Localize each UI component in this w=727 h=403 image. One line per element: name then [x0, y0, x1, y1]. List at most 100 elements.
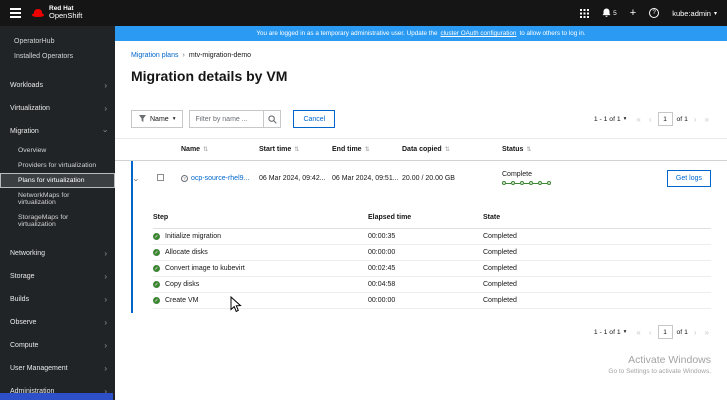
- table-header-row: Name ⇅ Start time ⇅ End time ⇅ Data copied ⇅…: [115, 139, 727, 161]
- red-hat-logo-icon: [31, 4, 45, 22]
- step-row: ✓ Convert image to kubevirt 00:02:45 Comp…: [153, 261, 711, 277]
- help-icon[interactable]: ?: [649, 8, 660, 18]
- column-header-status[interactable]: Status ⇅: [502, 146, 654, 153]
- sidebar-item-networkmaps-for-virtualization[interactable]: NetworkMaps for virtualization: [0, 188, 115, 210]
- sidebar-item-storage[interactable]: Storage ›: [0, 265, 115, 288]
- sidebar-item-user-management[interactable]: User Management ›: [0, 357, 115, 380]
- chevron-right-icon: ›: [104, 294, 107, 304]
- sidebar-item-compute[interactable]: Compute ›: [0, 334, 115, 357]
- current-page-input[interactable]: 1: [657, 325, 673, 339]
- sidebar-item-builds[interactable]: Builds ›: [0, 288, 115, 311]
- app-launcher-icon[interactable]: [580, 8, 590, 18]
- bottom-blue-strip: [0, 393, 113, 400]
- page-title: Migration details by VM: [131, 68, 288, 84]
- toolbar: Name ▾ Cancel 1 - 1 of 1 ▾ « ‹ 1 of 1 › …: [115, 84, 727, 138]
- notification-count-badge: 5: [613, 9, 617, 17]
- chevron-down-icon: ▾: [172, 116, 176, 122]
- sort-icon: ⇅: [203, 147, 209, 153]
- step-row: ✓ Create VM 00:00:00 Completed: [153, 293, 711, 309]
- chevron-right-icon: ›: [104, 248, 107, 258]
- step-row: ✓ Copy disks 00:04:58 Completed: [153, 277, 711, 293]
- status-label: Complete: [502, 171, 532, 178]
- breadcrumb-migration-plans-link[interactable]: Migration plans: [131, 52, 178, 59]
- pagination-top: 1 - 1 of 1 ▾ « ‹ 1 of 1 › »: [594, 112, 711, 126]
- get-logs-button[interactable]: Get logs: [666, 169, 711, 187]
- step-state: Completed: [483, 265, 517, 272]
- step-row: ✓ Initialize migration 00:00:35 Completed: [153, 229, 711, 245]
- sidebar-item-storagemaps-for-virtualization[interactable]: StorageMaps for virtualization: [0, 210, 115, 232]
- cancel-button[interactable]: Cancel: [293, 110, 336, 128]
- next-page-icon[interactable]: ›: [692, 328, 699, 337]
- username: kube:admin: [672, 8, 711, 18]
- step-name: Initialize migration: [165, 233, 222, 240]
- quick-create-icon[interactable]: +: [630, 7, 636, 19]
- breadcrumb-separator-icon: ›: [182, 52, 185, 59]
- pagination-range-dropdown[interactable]: 1 - 1 of 1 ▾: [594, 329, 627, 336]
- sidebar-item-virtualization[interactable]: Virtualization ›: [0, 97, 115, 120]
- filter-type-dropdown[interactable]: Name ▾: [131, 110, 184, 128]
- next-page-icon[interactable]: ›: [692, 115, 699, 124]
- prev-page-icon[interactable]: ‹: [647, 328, 654, 337]
- last-page-icon[interactable]: »: [703, 328, 711, 337]
- column-header-name[interactable]: Name ⇅: [181, 146, 259, 153]
- vm-name-link[interactable]: ocp-source-rhel9...: [191, 175, 249, 182]
- chevron-right-icon: ›: [104, 340, 107, 350]
- sidebar-item-installed-operators[interactable]: Installed Operators: [0, 49, 115, 64]
- column-header-data-copied[interactable]: Data copied ⇅: [402, 146, 502, 153]
- prev-page-icon[interactable]: ‹: [647, 115, 654, 124]
- sidebar-nav: OperatorHub Installed Operators Workload…: [0, 26, 115, 400]
- masthead: Red Hat OpenShift 5 + ? kube:admin ▾: [0, 0, 727, 26]
- first-page-icon[interactable]: «: [634, 115, 642, 124]
- chevron-down-icon: ▾: [713, 10, 717, 17]
- sidebar-item-providers-for-virtualization[interactable]: Providers for virtualization: [0, 158, 115, 173]
- oauth-configuration-link[interactable]: cluster OAuth configuration: [440, 30, 516, 37]
- redhat-openshift-logo[interactable]: Red Hat OpenShift: [31, 4, 82, 22]
- breadcrumb-current: mtv-migration-demo: [188, 52, 252, 59]
- migration-steps-table: Step Elapsed time State ✓ Initialize migr…: [153, 207, 711, 309]
- first-page-icon[interactable]: «: [634, 328, 642, 337]
- page-count-label: of 1: [676, 328, 688, 336]
- step-state: Completed: [483, 281, 517, 288]
- success-check-icon: ✓: [153, 233, 160, 240]
- success-check-icon: ✓: [153, 281, 160, 288]
- migration-vm-table: Name ⇅ Start time ⇅ End time ⇅ Data copied ⇅…: [115, 138, 727, 313]
- search-button[interactable]: [263, 110, 282, 128]
- chevron-down-icon: ▾: [623, 116, 627, 122]
- success-check-icon: ✓: [153, 249, 160, 256]
- nav-toggle-icon[interactable]: [10, 8, 21, 18]
- chevron-down-icon: ›: [101, 129, 111, 132]
- sidebar-item-migration[interactable]: Migration ›: [0, 120, 115, 143]
- migration-progress-pipeline: [502, 181, 654, 185]
- expanded-row-block: › ? ocp-source-rhel9... 06 Mar 2024, 09:…: [131, 161, 711, 313]
- vm-icon: ?: [181, 174, 188, 182]
- last-page-icon[interactable]: »: [703, 115, 711, 124]
- current-page-input[interactable]: 1: [657, 112, 673, 126]
- steps-header-row: Step Elapsed time State: [153, 207, 711, 229]
- page-count-label: of 1: [676, 115, 688, 123]
- brand-line-2: OpenShift: [49, 11, 83, 21]
- cell-end-time: 06 Mar 2024, 09:51...: [332, 174, 399, 182]
- user-menu[interactable]: kube:admin ▾: [672, 9, 717, 18]
- sort-icon: ⇅: [526, 147, 532, 153]
- column-header-end-time[interactable]: End time ⇅: [332, 146, 402, 153]
- chevron-right-icon: ›: [104, 271, 107, 281]
- pagination-bottom: 1 - 1 of 1 ▾ « ‹ 1 of 1 › »: [115, 313, 727, 339]
- step-elapsed: 00:00:35: [368, 233, 396, 240]
- column-header-start-time[interactable]: Start time ⇅: [259, 146, 332, 153]
- step-state: Completed: [483, 297, 517, 304]
- pagination-range-dropdown[interactable]: 1 - 1 of 1 ▾: [594, 116, 627, 123]
- sort-icon: ⇅: [294, 147, 300, 153]
- collapse-row-icon[interactable]: ›: [132, 175, 142, 182]
- notifications-bell-icon[interactable]: 5: [602, 8, 617, 18]
- filter-by-name-input[interactable]: [189, 110, 264, 128]
- step-row: ✓ Allocate disks 00:00:00 Completed: [153, 245, 711, 261]
- activate-windows-watermark: Activate Windows Go to Settings to activ…: [608, 354, 711, 375]
- sidebar-item-workloads[interactable]: Workloads ›: [0, 74, 115, 97]
- step-name: Allocate disks: [165, 249, 208, 256]
- row-checkbox[interactable]: [157, 173, 164, 181]
- sidebar-item-operatorhub[interactable]: OperatorHub: [0, 34, 115, 49]
- sidebar-item-plans-for-virtualization[interactable]: Plans for virtualization: [0, 173, 115, 188]
- sidebar-item-overview[interactable]: Overview: [0, 143, 115, 158]
- sidebar-item-networking[interactable]: Networking ›: [0, 242, 115, 265]
- sidebar-item-observe[interactable]: Observe ›: [0, 311, 115, 334]
